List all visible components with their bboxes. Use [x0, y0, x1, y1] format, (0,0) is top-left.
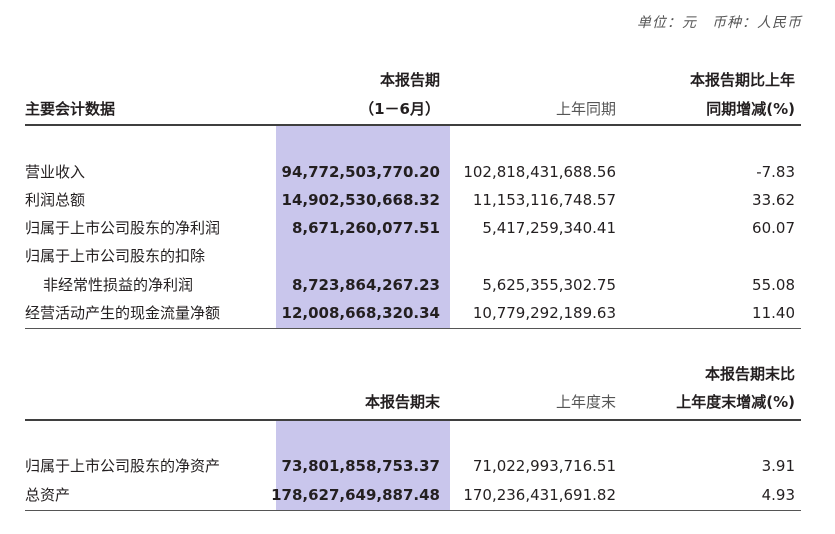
table2-top-rule — [25, 419, 801, 421]
prior-value: 10,779,292,189.63 — [472, 304, 616, 322]
change-value: 55.08 — [752, 276, 795, 294]
table1-top-rule — [25, 124, 801, 126]
change-value: 4.93 — [761, 486, 795, 504]
row-label: 利润总额 — [25, 191, 86, 209]
change-value: 33.62 — [752, 191, 795, 209]
header-current-period: 本报告期 — [379, 71, 440, 89]
table2-bottom-rule — [25, 510, 801, 511]
row-label: 营业收入 — [25, 163, 86, 181]
row-label: 总资产 — [25, 486, 71, 504]
prior-value: 5,625,355,302.75 — [482, 276, 616, 294]
current-value: 94,772,503,770.20 — [281, 163, 440, 181]
row-label: 归属于上市公司股东的净利润 — [25, 219, 221, 237]
current-value: 178,627,649,887.48 — [271, 486, 440, 504]
table1-bottom-rule — [25, 328, 801, 329]
header-label-column: 主要会计数据 — [25, 100, 116, 118]
prior-value: 71,022,993,716.51 — [472, 457, 616, 475]
header-current-period-range: （1－6月） — [359, 100, 440, 118]
row-label: 归属于上市公司股东的扣除 — [25, 247, 206, 265]
current-value: 14,902,530,668.32 — [281, 191, 440, 209]
prior-value: 5,417,259,340.41 — [482, 219, 616, 237]
current-value: 73,801,858,753.37 — [281, 457, 440, 475]
header-change: 本报告期比上年 — [689, 71, 795, 89]
change-value: -7.83 — [756, 163, 795, 181]
change-value: 11.40 — [752, 304, 795, 322]
prior-value: 170,236,431,691.82 — [463, 486, 616, 504]
row-label: 归属于上市公司股东的净资产 — [25, 457, 221, 475]
unit-currency-note: 单位：元 币种：人民币 — [637, 15, 802, 31]
header-change: 本报告期末比 — [704, 365, 795, 383]
prior-value: 11,153,116,748.57 — [472, 191, 616, 209]
header-prior-period: 上年同期 — [555, 100, 616, 118]
header-period-end: 本报告期末 — [364, 393, 440, 411]
current-value: 8,671,260,077.51 — [291, 219, 440, 237]
header-change-pct: 同期增减(%) — [706, 100, 795, 118]
current-value: 8,723,864,267.23 — [291, 276, 440, 294]
current-value: 12,008,668,320.34 — [281, 304, 440, 322]
change-value: 60.07 — [752, 219, 795, 237]
row-label: 非经常性损益的净利润 — [43, 276, 194, 294]
header-prior-year-end: 上年度末 — [555, 393, 616, 411]
change-value: 3.91 — [761, 457, 795, 475]
header-change-pct: 上年度末增减(%) — [676, 393, 795, 411]
prior-value: 102,818,431,688.56 — [463, 163, 616, 181]
row-label: 经营活动产生的现金流量净额 — [25, 304, 221, 322]
